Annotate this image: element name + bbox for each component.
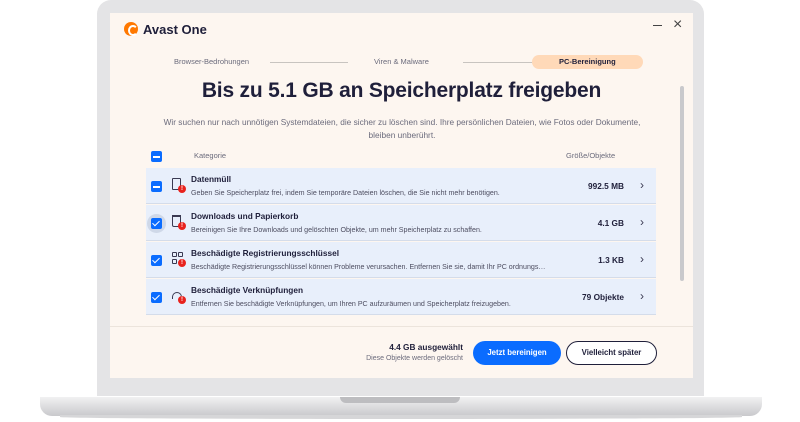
shortcut-alert-icon: ! — [171, 289, 186, 304]
row-size: 79 Objekte — [582, 292, 624, 302]
page-title: Bis zu 5.1 GB an Speicherplatz freigeben — [110, 79, 693, 103]
scrollbar[interactable] — [680, 86, 684, 281]
row-title: Datenmüll — [191, 174, 232, 184]
maybe-later-button[interactable]: Vielleicht später — [566, 341, 657, 365]
row-checkbox[interactable] — [151, 181, 162, 192]
row-title: Beschädigte Registrierungsschlüssel — [191, 248, 340, 258]
selected-note: Diese Objekte werden gelöscht — [366, 355, 463, 362]
file-alert-icon: ! — [171, 178, 186, 193]
chevron-right-icon[interactable]: › — [640, 215, 644, 229]
progress-steps: Browser-Bedrohungen Viren & Malware PC-B… — [160, 55, 647, 69]
action-footer: 4.4 GB ausgewählt Diese Objekte werden g… — [110, 326, 693, 378]
chevron-right-icon[interactable]: › — [640, 289, 644, 303]
row-description: Bereinigen Sie Ihre Downloads und gelösc… — [191, 226, 482, 234]
clean-now-button[interactable]: Jetzt bereinigen — [473, 341, 561, 365]
list-item-broken-shortcuts[interactable]: ! Beschädigte Verknüpfungen Entfernen Si… — [146, 279, 656, 315]
page-title-suffix: freigeben — [502, 79, 602, 102]
step-browser-threats: Browser-Bedrohungen — [174, 57, 250, 66]
list-item-downloads-trash[interactable]: ! Downloads und Papierkorb Bereinigen Si… — [146, 205, 656, 241]
step-divider — [270, 62, 348, 63]
chevron-right-icon[interactable]: › — [640, 178, 644, 192]
page-title-prefix: Bis zu — [201, 79, 269, 102]
step-viruses-malware: Viren & Malware — [374, 57, 429, 66]
row-title: Downloads und Papierkorb — [191, 211, 299, 221]
row-checkbox[interactable] — [151, 255, 162, 266]
select-all-checkbox[interactable] — [151, 151, 162, 162]
row-checkbox[interactable] — [151, 292, 162, 303]
page-title-highlight-text: 5.1 GB an Speicherplatz — [268, 79, 503, 102]
laptop-shadow — [60, 415, 742, 419]
row-checkbox[interactable] — [151, 218, 162, 229]
chevron-right-icon[interactable]: › — [640, 252, 644, 266]
close-button[interactable]: × — [673, 17, 682, 33]
laptop-hinge — [340, 397, 460, 403]
step-divider — [463, 62, 539, 63]
app-title: Avast One — [143, 22, 207, 37]
minimize-button[interactable] — [653, 25, 662, 26]
table-header: Kategorie Größe/Objekte — [146, 150, 656, 164]
column-category: Kategorie — [194, 151, 227, 160]
list-item-registry-keys[interactable]: ! Beschädigte Registrierungsschlüssel Be… — [146, 242, 656, 278]
page-subtitle: Wir suchen nur nach unnötigen Systemdate… — [163, 117, 641, 140]
row-size: 4.1 GB — [597, 218, 624, 228]
row-description: Beschädigte Registrierungsschlüssel könn… — [191, 263, 546, 271]
selected-amount: 4.4 GB ausgewählt — [389, 342, 463, 352]
page-title-highlight: 5.1 GB an Speicherplatz — [266, 79, 505, 103]
row-title: Beschädigte Verknüpfungen — [191, 285, 304, 295]
app-window: Avast One × Browser-Bedrohungen Viren & … — [110, 13, 693, 378]
title-bar: Avast One × — [110, 13, 693, 45]
trash-alert-icon: ! — [171, 215, 186, 230]
row-description: Geben Sie Speicherplatz frei, indem Sie … — [191, 189, 500, 197]
row-size: 1.3 KB — [598, 255, 624, 265]
step-pc-cleanup: PC-Bereinigung — [532, 55, 643, 69]
column-size: Größe/Objekte — [566, 151, 616, 160]
row-description: Entfernen Sie beschädigte Verknüpfungen,… — [191, 300, 511, 308]
avast-logo-icon — [124, 22, 138, 36]
row-size: 992.5 MB — [588, 181, 624, 191]
list-item-junk-data[interactable]: ! Datenmüll Geben Sie Speicherplatz frei… — [146, 168, 656, 204]
registry-alert-icon: ! — [171, 252, 186, 267]
